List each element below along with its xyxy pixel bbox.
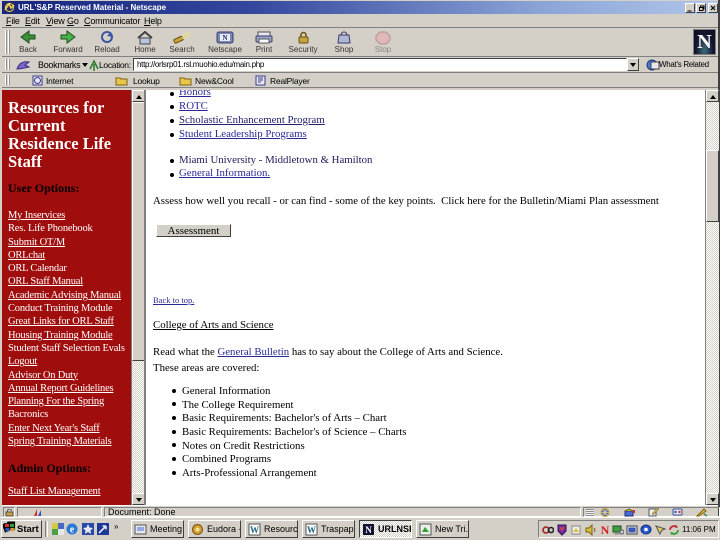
svg-text:N: N <box>222 34 227 42</box>
svg-text:W: W <box>250 525 259 535</box>
svg-text:N: N <box>601 523 610 535</box>
svg-text:e: e <box>70 525 75 536</box>
svg-text:W: W <box>307 525 316 535</box>
svg-text:N: N <box>365 525 372 535</box>
